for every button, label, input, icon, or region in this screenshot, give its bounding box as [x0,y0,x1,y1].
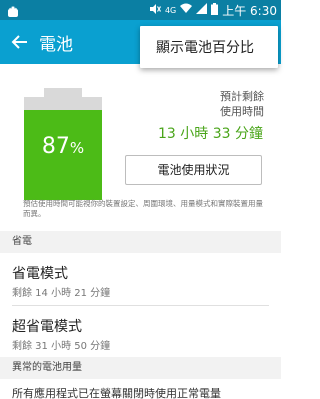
ultra-power-saving-mode-title: 超省電模式 [12,319,82,335]
mute-icon [149,3,161,18]
estimate-label: 預計剩餘 使用時間 [220,90,264,118]
status-time: 上午 6:30 [222,3,277,18]
page-title: 電池 [39,35,73,55]
power-saving-mode-item[interactable]: 省電模式 剩餘 14 小時 21 分鐘 [0,253,281,305]
ultra-power-saving-mode-remaining: 剩餘 31 小時 50 分鐘 [12,341,111,352]
battery-graphic: 87% [24,88,102,200]
status-bar: 4G 上午 6:30 [0,0,281,20]
estimate-value: 13 小時 33 分鐘 [158,126,263,142]
battery-cap [44,88,82,97]
battery-body: 87% [24,97,102,200]
network-type-icon: 4G [164,5,177,15]
battery-usage-button[interactable]: 電池使用狀況 [125,155,262,185]
arrow-left-icon[interactable] [10,32,30,52]
ultra-power-saving-mode-item[interactable]: 超省電模式 剩餘 31 小時 50 分鐘 [0,306,281,357]
wifi-icon [180,3,193,17]
estimate-note: 預估使用時間可能視你的裝置設定、周圍環境、用量模式和實際裝置用量而異。 [23,199,263,218]
section-header-power-saving: 省電 [0,231,281,253]
power-saving-mode-title: 省電模式 [12,266,68,282]
popup-menu: 顯示電池百分比 [140,26,278,68]
menu-item-show-battery-percentage[interactable]: 顯示電池百分比 [156,37,254,57]
section-header-abnormal-usage: 異常的電池用量 [0,357,281,379]
signal-icon [196,3,208,17]
battery-icon [211,2,219,18]
abnormal-usage-text: 所有應用程式已在螢幕關閉時使用正常電量 [12,387,221,399]
battery-percent: 87% [41,134,85,159]
power-saving-mode-remaining: 剩餘 14 小時 21 分鐘 [12,288,111,299]
